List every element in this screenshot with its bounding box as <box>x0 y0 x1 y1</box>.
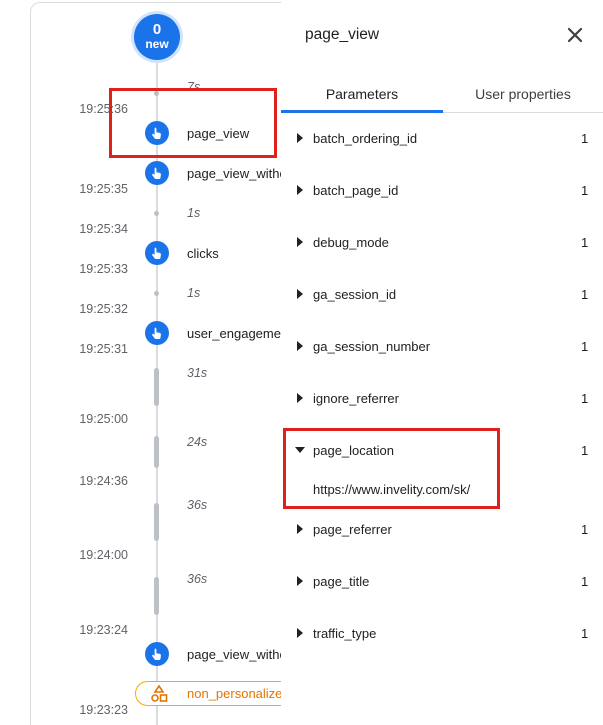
param-count: 1 <box>581 391 589 406</box>
time-gap: 1s <box>187 286 201 300</box>
time-gap: 31s <box>187 366 208 380</box>
event-touch-icon[interactable] <box>145 642 169 666</box>
param-count: 1 <box>581 287 589 302</box>
active-tab-indicator <box>281 110 443 113</box>
event-name[interactable]: page_view_witho <box>187 166 287 181</box>
highlight-box-page-location <box>283 428 500 509</box>
param-row[interactable]: ignore_referrer 1 <box>281 386 603 412</box>
gap-segment <box>154 436 159 468</box>
event-name[interactable]: page_view_witho <box>187 647 287 662</box>
tab-parameters[interactable]: Parameters <box>281 86 443 102</box>
expand-caret-icon <box>297 524 303 534</box>
param-name: ga_session_id <box>313 287 397 302</box>
timestamp: 19:23:24 <box>79 623 128 637</box>
param-row[interactable]: debug_mode 1 <box>281 230 603 256</box>
tab-user-properties[interactable]: User properties <box>443 86 603 102</box>
event-name[interactable]: user_engageme <box>187 326 281 341</box>
expand-caret-icon <box>297 133 303 143</box>
param-row[interactable]: page_title 1 <box>281 569 603 595</box>
timestamp: 19:25:00 <box>79 412 128 426</box>
expand-caret-icon <box>297 576 303 586</box>
expand-caret-icon <box>297 393 303 403</box>
gap-segment <box>154 503 159 541</box>
panel-title: page_view <box>305 26 380 43</box>
param-name: page_title <box>313 574 370 589</box>
param-name: batch_page_id <box>313 183 399 198</box>
close-icon[interactable] <box>564 24 586 46</box>
expand-caret-icon <box>297 237 303 247</box>
timestamp: 19:25:31 <box>79 342 128 356</box>
expand-caret-icon <box>297 185 303 195</box>
timestamp: 19:24:36 <box>79 474 128 488</box>
param-count: 1 <box>581 131 589 146</box>
expand-caret-icon <box>297 289 303 299</box>
param-name: batch_ordering_id <box>313 131 418 146</box>
param-name: traffic_type <box>313 626 377 641</box>
param-name: page_referrer <box>313 522 392 537</box>
param-count: 1 <box>581 339 589 354</box>
param-count: 1 <box>581 235 589 250</box>
highlight-box-page-view-event <box>109 88 277 158</box>
timestamp: 19:23:23 <box>79 703 128 717</box>
timestamp: 19:25:32 <box>79 302 128 316</box>
time-gap: 36s <box>187 498 208 512</box>
event-touch-icon[interactable] <box>145 241 169 265</box>
consent-event-name: non_personalize <box>187 686 283 701</box>
gap-dot <box>154 291 159 296</box>
param-count: 1 <box>581 626 589 641</box>
time-gap: 24s <box>187 435 208 449</box>
event-touch-icon[interactable] <box>145 161 169 185</box>
param-count: 1 <box>581 574 589 589</box>
param-count: 1 <box>581 522 589 537</box>
param-row[interactable]: batch_page_id 1 <box>281 178 603 204</box>
param-row[interactable]: ga_session_number 1 <box>281 334 603 360</box>
param-row[interactable]: traffic_type 1 <box>281 621 603 647</box>
expand-caret-icon <box>297 341 303 351</box>
time-gap: 1s <box>187 206 201 220</box>
param-count: 1 <box>581 443 589 458</box>
param-count: 1 <box>581 183 589 198</box>
new-events-bubble[interactable]: 0 new <box>134 14 180 60</box>
timestamp: 19:24:00 <box>79 548 128 562</box>
param-row[interactable]: page_referrer 1 <box>281 517 603 543</box>
shapes-icon <box>151 684 168 702</box>
event-touch-icon[interactable] <box>145 321 169 345</box>
event-details-panel: page_view Parameters User properties bat… <box>281 0 603 725</box>
new-count: 0 <box>152 21 162 38</box>
gap-dot <box>154 211 159 216</box>
gap-segment <box>154 368 159 406</box>
timestamp: 19:25:34 <box>79 222 128 236</box>
consent-event-pill[interactable]: non_personalize <box>135 681 295 706</box>
expand-caret-icon <box>297 628 303 638</box>
param-name: debug_mode <box>313 235 389 250</box>
timestamp: 19:25:35 <box>79 182 128 196</box>
param-row[interactable]: batch_ordering_id 1 <box>281 126 603 152</box>
time-gap: 36s <box>187 572 208 586</box>
gap-segment <box>154 577 159 615</box>
new-label: new <box>145 37 169 51</box>
param-row[interactable]: ga_session_id 1 <box>281 282 603 308</box>
timestamp: 19:25:33 <box>79 262 128 276</box>
event-name[interactable]: clicks <box>187 246 219 261</box>
param-name: ga_session_number <box>313 339 431 354</box>
param-name: ignore_referrer <box>313 391 399 406</box>
